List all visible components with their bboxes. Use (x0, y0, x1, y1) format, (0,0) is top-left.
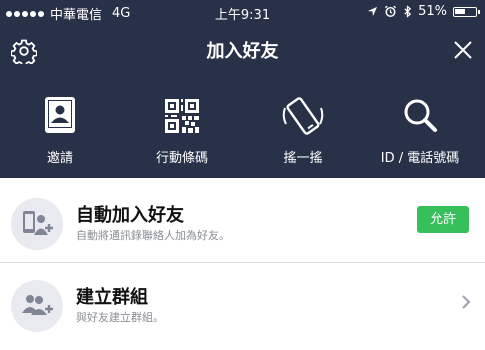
header-bar: 加入好友 (0, 24, 485, 76)
alarm-icon (385, 5, 397, 17)
action-label: 邀請 (46, 151, 73, 166)
search-icon (404, 99, 437, 132)
qr-code-icon (165, 99, 199, 133)
allow-button[interactable]: 允許 (417, 206, 469, 233)
invite-button[interactable]: 邀請 (10, 94, 110, 166)
close-icon[interactable] (452, 39, 474, 61)
bluetooth-icon (404, 5, 412, 18)
shake-button[interactable]: 搖一搖 (253, 94, 353, 166)
location-arrow-icon (368, 6, 378, 17)
chevron-right-icon (462, 295, 471, 309)
action-label: 搖一搖 (283, 151, 323, 166)
id-phone-search-button[interactable]: ID / 電話號碼 (370, 94, 470, 166)
battery-icon (453, 6, 480, 17)
auto-add-friends-row: 自動加入好友 自動將通訊錄聯絡人加為好友。 允許 (0, 181, 485, 263)
row-subtitle: 與好友建立群組。 (76, 311, 164, 324)
action-label: ID / 電話號碼 (380, 151, 460, 166)
action-label: 行動條碼 (155, 151, 208, 166)
page-title: 加入好友 (206, 41, 279, 62)
battery-percent: 51% (418, 4, 447, 19)
row-title: 自動加入好友 (76, 205, 184, 226)
phone-add-friend-icon (11, 198, 63, 250)
status-bar: 中華電信 4G 上午9:31 51% (0, 0, 485, 24)
contact-book-icon (45, 97, 75, 133)
qr-code-button[interactable]: 行動條碼 (132, 94, 232, 166)
shake-phone-icon (282, 97, 324, 135)
top-panel: 中華電信 4G 上午9:31 51% 加入好友 邀請 行動條碼 搖一搖 ID /… (0, 0, 485, 178)
group-add-icon (11, 280, 63, 332)
create-group-row[interactable]: 建立群組 與好友建立群組。 (0, 263, 485, 345)
row-title: 建立群組 (76, 287, 148, 308)
row-subtitle: 自動將通訊錄聯絡人加為好友。 (76, 229, 230, 242)
quick-actions: 邀請 行動條碼 搖一搖 ID / 電話號碼 (0, 86, 485, 176)
